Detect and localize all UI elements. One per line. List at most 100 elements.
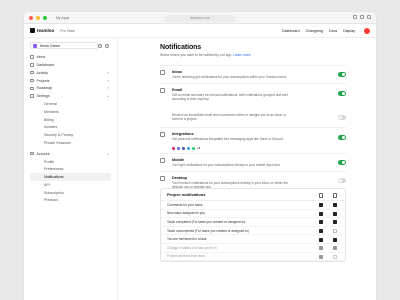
- mail-icon: [160, 88, 165, 93]
- new-tab-icon[interactable]: [360, 15, 364, 19]
- inbox-toggle[interactable]: [338, 72, 346, 77]
- project-notifications-header: Project notifications: [161, 189, 345, 201]
- mail-column-icon: [319, 193, 323, 198]
- sidebar-item-settings[interactable]: Settings ▴: [30, 92, 111, 99]
- inbox-icon: [30, 55, 34, 59]
- email-summary-toggle[interactable]: [338, 91, 346, 96]
- sidebar-subitem-general[interactable]: General: [30, 100, 111, 107]
- sidebar-item-dashboard[interactable]: Dashboard: [30, 61, 111, 68]
- slack-icon[interactable]: [172, 146, 175, 150]
- sidebar-item-roadmap[interactable]: Roadmap ▾: [30, 85, 111, 92]
- row-label: Change in status of a task you're in: [167, 245, 217, 250]
- sidebar-subitem-billing[interactable]: Billing: [30, 116, 111, 123]
- chevron-up-icon: ▴: [107, 94, 109, 99]
- sidebar-subitem-notifications[interactable]: Notifications: [30, 173, 111, 181]
- channel-description: You'll get notifications for your subscr…: [172, 162, 281, 167]
- whatsapp-icon[interactable]: [192, 146, 195, 150]
- share-icon[interactable]: [353, 15, 357, 19]
- user-avatar[interactable]: [364, 27, 370, 34]
- minimize-window-dot[interactable]: [36, 15, 40, 20]
- workspace-switcher[interactable]: Kevin Green: [30, 42, 98, 49]
- mobile-checkbox[interactable]: [333, 211, 337, 216]
- settings-icon[interactable]: [105, 44, 109, 48]
- mobile-checkbox[interactable]: [333, 246, 337, 251]
- table-row: You are mentioned in a task: [161, 235, 345, 244]
- activity-icon: [30, 70, 34, 75]
- maximize-window-dot[interactable]: [43, 15, 47, 20]
- nav-docs[interactable]: Docs: [329, 29, 337, 33]
- roadmap-icon: [30, 86, 34, 91]
- sidebar-subitem-preferences[interactable]: Preferences: [30, 166, 111, 173]
- user-icon: [30, 151, 34, 156]
- telegram-icon[interactable]: [187, 146, 190, 150]
- channel-description: You're receiving get notifications for y…: [172, 74, 288, 79]
- nav-changelog[interactable]: Changelog: [306, 29, 323, 33]
- mail-checkbox[interactable]: [319, 237, 323, 242]
- integrations-toggle[interactable]: [338, 135, 346, 140]
- table-row: Tasks completed (For tasks you created o…: [161, 218, 345, 227]
- search-icon[interactable]: [98, 44, 102, 48]
- browser-controls: [353, 15, 371, 19]
- mobile-checkbox[interactable]: [333, 220, 337, 225]
- teams-icon[interactable]: [182, 146, 185, 150]
- sidebar-subitem-profile[interactable]: Profile: [30, 158, 111, 165]
- sidebar-subitem-subscription[interactable]: Subscription: [30, 189, 111, 196]
- channel-email-immediate: Receive an immediate email when someone …: [160, 113, 346, 127]
- row-label: Comments for your tasks: [167, 202, 203, 207]
- desktop-icon: [160, 176, 165, 181]
- address-bar[interactable]: teamloo.com: [165, 14, 235, 22]
- sidebar-subitem-security[interactable]: Security & Privacy: [30, 131, 111, 138]
- mail-checkbox[interactable]: [319, 229, 323, 234]
- sidebar-subitem-private-sessions[interactable]: Private Sessions: [30, 139, 111, 146]
- sidebar-subitem-members[interactable]: Members: [30, 108, 111, 115]
- channel-email: Email Get an email summary for unread no…: [160, 83, 346, 113]
- desktop-toggle[interactable]: [338, 178, 346, 183]
- workspace-name: Kevin Green: [40, 43, 60, 48]
- nav-dashboard[interactable]: Dashboard: [282, 29, 300, 33]
- workspace-avatar: [33, 43, 37, 48]
- nav-display[interactable]: Display: [343, 29, 355, 33]
- browser-tab[interactable]: My Apps: [56, 16, 69, 20]
- sidebar-subitem-previous[interactable]: Previous: [30, 197, 111, 204]
- chevron-down-icon: ▾: [107, 78, 109, 83]
- mobile-checkbox[interactable]: [333, 237, 337, 242]
- mobile-checkbox[interactable]: [333, 254, 337, 259]
- email-immediate-toggle[interactable]: [338, 115, 346, 120]
- close-window-dot[interactable]: [29, 15, 33, 20]
- sidebar-item-activity[interactable]: Activity ▾: [30, 69, 111, 76]
- channel-mobile: Mobile You'll get notifications for your…: [160, 153, 346, 171]
- discord-icon[interactable]: [177, 146, 180, 150]
- table-row: New tasks assigned to you: [161, 210, 345, 219]
- page-subtitle-text: Select where you want to be notified by …: [160, 53, 233, 57]
- mail-checkbox[interactable]: [319, 203, 323, 208]
- mail-checkbox[interactable]: [319, 211, 323, 216]
- sidebar-item-label: Inbox: [36, 55, 46, 60]
- channel-title: Inbox: [172, 70, 183, 74]
- sidebar-subitem-invoices[interactable]: Invoices: [30, 124, 111, 131]
- more-integrations-count[interactable]: +3: [197, 146, 200, 150]
- sidebar: Kevin Green Inbox Dashboard Activity ▾ Pr…: [24, 38, 118, 300]
- dashboard-icon: [30, 63, 34, 67]
- mail-checkbox[interactable]: [319, 220, 323, 225]
- table-row: Change in status of a task you're in: [161, 244, 345, 253]
- sidebar-item-projects[interactable]: Projects ▾: [30, 77, 111, 84]
- mobile-checkbox[interactable]: [333, 203, 337, 208]
- mail-checkbox[interactable]: [319, 246, 323, 251]
- learn-more-link[interactable]: Learn more: [233, 53, 250, 57]
- mobile-toggle[interactable]: [338, 160, 346, 165]
- channel-title: Mobile: [172, 158, 185, 162]
- sidebar-item-inbox[interactable]: Inbox: [30, 54, 111, 61]
- mobile-checkbox[interactable]: [333, 229, 337, 234]
- chevron-down-icon: ▾: [107, 70, 109, 75]
- tabs-overview-icon[interactable]: [367, 15, 371, 19]
- channel-description: Get personal notifications integrated in…: [172, 136, 284, 141]
- channel-title: Integrations: [172, 132, 194, 136]
- channel-description: Receive an immediate email when someone …: [172, 113, 286, 122]
- channel-title: Email: [172, 88, 183, 92]
- mail-checkbox[interactable]: [319, 254, 323, 259]
- channel-integrations: Integrations Get personal notifications …: [160, 127, 346, 153]
- channel-title: Desktop: [172, 176, 187, 180]
- sidebar-item-account[interactable]: Account ▴: [30, 150, 111, 157]
- sidebar-subitem-api[interactable]: API: [30, 181, 111, 188]
- app-logo[interactable]: teamloo: [30, 28, 54, 33]
